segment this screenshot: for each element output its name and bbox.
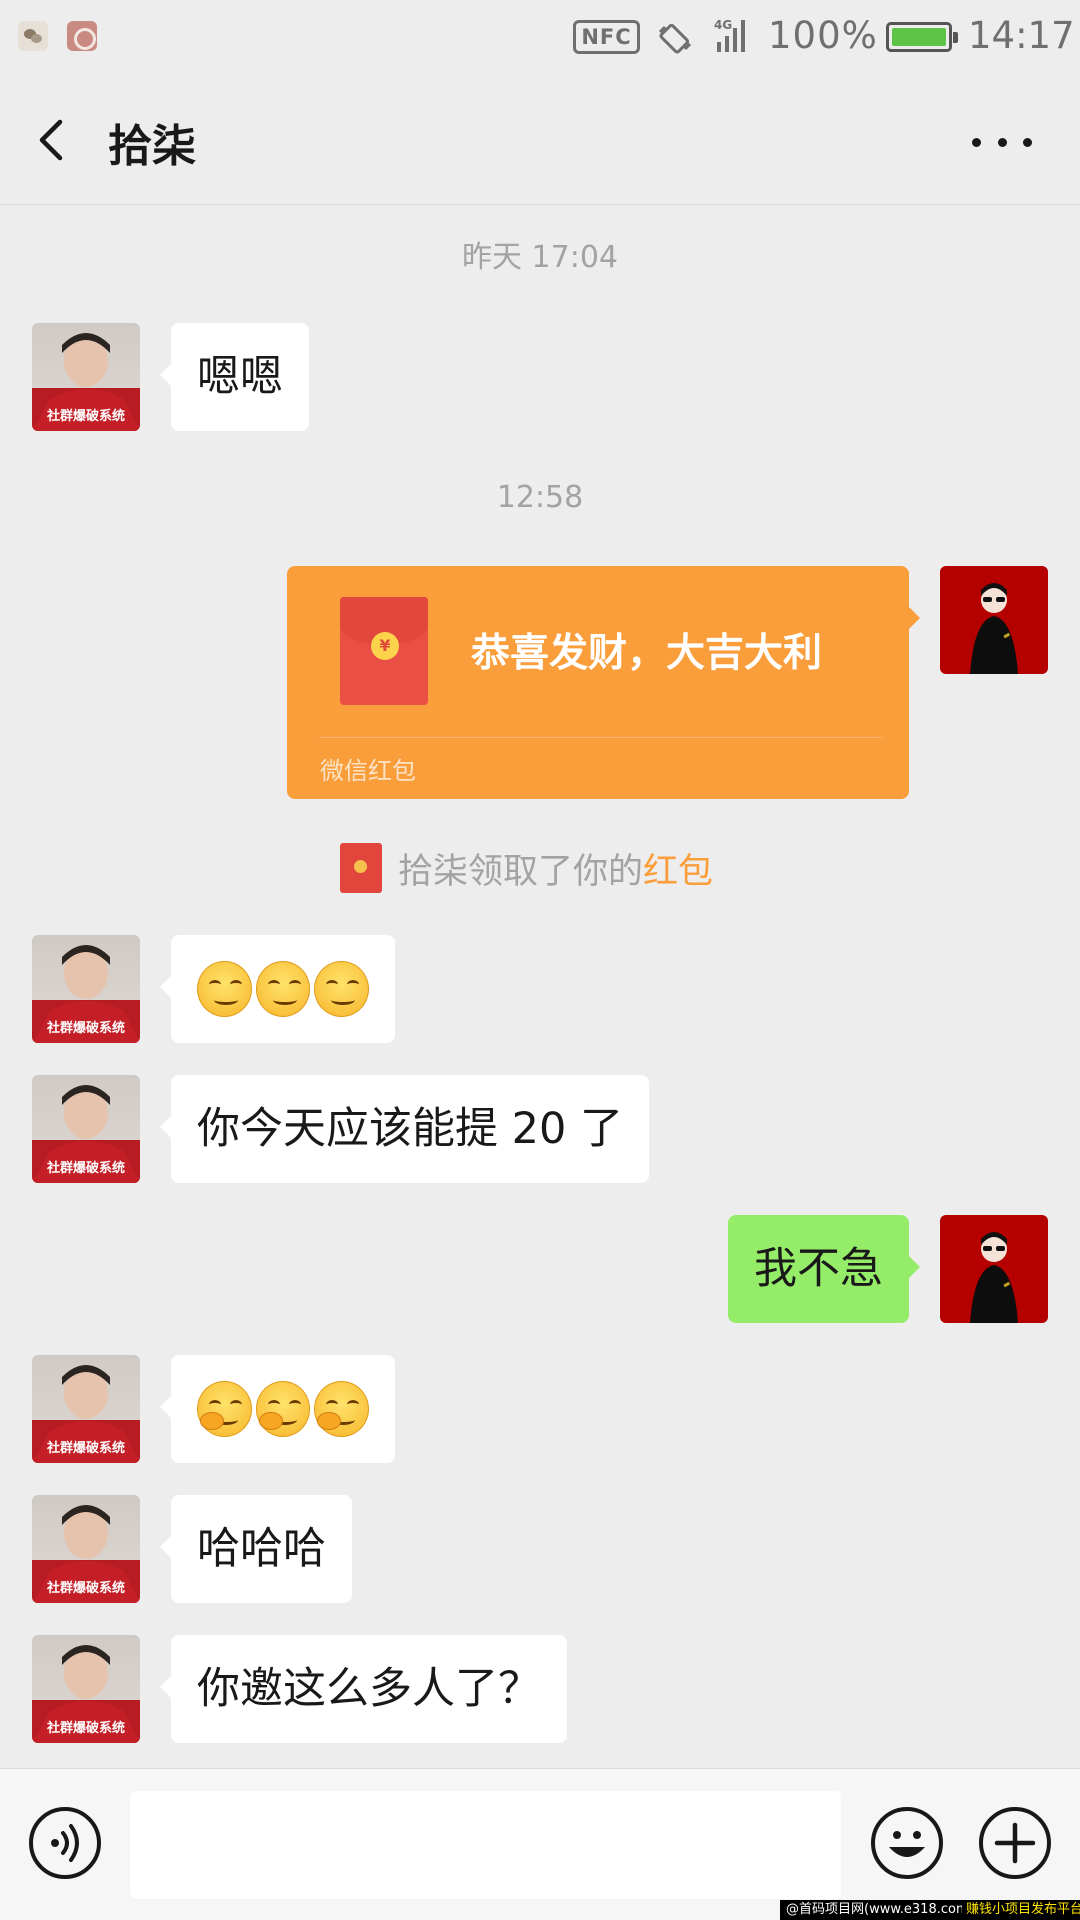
red-packet-small-icon (340, 843, 382, 893)
svg-text:社群爆破系统: 社群爆破系统 (46, 1720, 125, 1736)
signal-4g-icon: 4G (714, 18, 745, 52)
voice-waves (51, 1824, 79, 1862)
svg-text:社群爆破系统: 社群爆破系统 (46, 408, 125, 424)
thinking-emoji-icon (255, 1381, 311, 1437)
weibo-app-icon (67, 21, 97, 51)
svg-text:社群爆破系统: 社群爆破系统 (46, 1020, 125, 1036)
red-packet-icon: ¥ (340, 597, 428, 705)
friend-avatar-image: 社群爆破系统 (32, 1505, 140, 1603)
my-message-bubble[interactable]: 我不急 (728, 1215, 920, 1323)
message-input[interactable] (130, 1791, 841, 1899)
plus-sign (994, 1822, 1036, 1864)
watermark-slogan: 赚钱小项目发布平台 (962, 1900, 1080, 1920)
friend-avatar[interactable]: 社群爆破系统 (32, 1355, 140, 1463)
chat-input-bar (0, 1768, 1080, 1920)
smiley-icon[interactable] (871, 1807, 943, 1879)
message-bubble[interactable]: 哈哈哈 (160, 1495, 352, 1603)
thinking-emoji-icon (314, 1381, 370, 1437)
status-clock: 14:17 (968, 14, 1075, 57)
my-avatar[interactable] (940, 1215, 1048, 1323)
thinking-emoji-icon (197, 1381, 252, 1437)
message-bubble[interactable]: 你今天应该能提 20 了 (159, 1075, 650, 1183)
battery-icon (886, 22, 958, 52)
svg-text:社群爆破系统: 社群爆破系统 (46, 1580, 125, 1596)
emoji-message-bubble[interactable] (160, 935, 395, 1043)
my-avatar-image (970, 583, 1018, 674)
friend-avatar-image: 社群爆破系统 (32, 1645, 140, 1743)
page-title: 拾柒 (108, 121, 196, 172)
emoji-message-bubble[interactable] (160, 1355, 395, 1463)
smiley-face (889, 1831, 925, 1857)
smirk-emoji-icon (314, 961, 370, 1017)
friend-avatar-image: 社群爆破系统 (32, 1365, 140, 1463)
plus-icon[interactable] (979, 1807, 1051, 1879)
more-dots-icon[interactable] (972, 130, 1032, 154)
auto-rotate-icon (658, 23, 692, 54)
wechat-app-icon (18, 21, 48, 51)
svg-text:社群爆破系统: 社群爆破系统 (46, 1160, 125, 1176)
message-bubble[interactable]: 你邀这么多人了？ (160, 1635, 567, 1743)
chat-header: 拾柒 (0, 74, 1080, 205)
red-packet-message[interactable]: ¥ 恭喜发财，大吉大利 微信红包 (287, 566, 920, 799)
my-avatar[interactable] (940, 566, 1048, 674)
friend-avatar[interactable]: 社群爆破系统 (32, 1635, 140, 1743)
friend-avatar[interactable]: 社群爆破系统 (32, 1075, 140, 1183)
voice-icon[interactable] (29, 1807, 101, 1879)
battery-percent: 100% (768, 14, 878, 57)
friend-avatar-image: 社群爆破系统 (32, 1085, 140, 1183)
chevron-left-icon[interactable] (30, 110, 74, 170)
system-message-text: 拾柒领取了你的 (398, 851, 644, 892)
message-bubble[interactable]: 嗯嗯 (160, 323, 309, 431)
smirk-emoji-icon (255, 961, 311, 1017)
yuan-coin-icon: ¥ (371, 632, 399, 660)
watermark-source: @首码项目网(www.e318.com) (780, 1900, 980, 1920)
svg-text:4G: 4G (714, 18, 732, 32)
nfc-icon: NFC (573, 20, 640, 54)
message-timestamp: 12:58 (496, 480, 584, 515)
smirk-emoji-icon (197, 961, 252, 1017)
message-timestamp: 昨天 17:04 (462, 240, 618, 275)
red-packet-greeting: 恭喜发财，大吉大利 (471, 631, 823, 676)
svg-text:社群爆破系统: 社群爆破系统 (46, 1440, 125, 1456)
friend-avatar-image: 社群爆破系统 (32, 333, 140, 431)
friend-avatar-image: 社群爆破系统 (32, 945, 140, 1043)
red-packet-link[interactable]: 红包 (643, 843, 713, 894)
red-packet-divider (319, 737, 882, 738)
red-packet-label: 微信红包 (320, 757, 416, 785)
system-message: 拾柒领取了你的 红包 (340, 843, 713, 893)
friend-avatar[interactable]: 社群爆破系统 (32, 935, 140, 1043)
friend-avatar[interactable]: 社群爆破系统 (32, 1495, 140, 1603)
my-avatar-image (970, 1232, 1018, 1323)
friend-avatar[interactable]: 社群爆破系统 (32, 323, 140, 431)
status-bar: NFC 4G 100% 14:17 (0, 0, 1080, 74)
